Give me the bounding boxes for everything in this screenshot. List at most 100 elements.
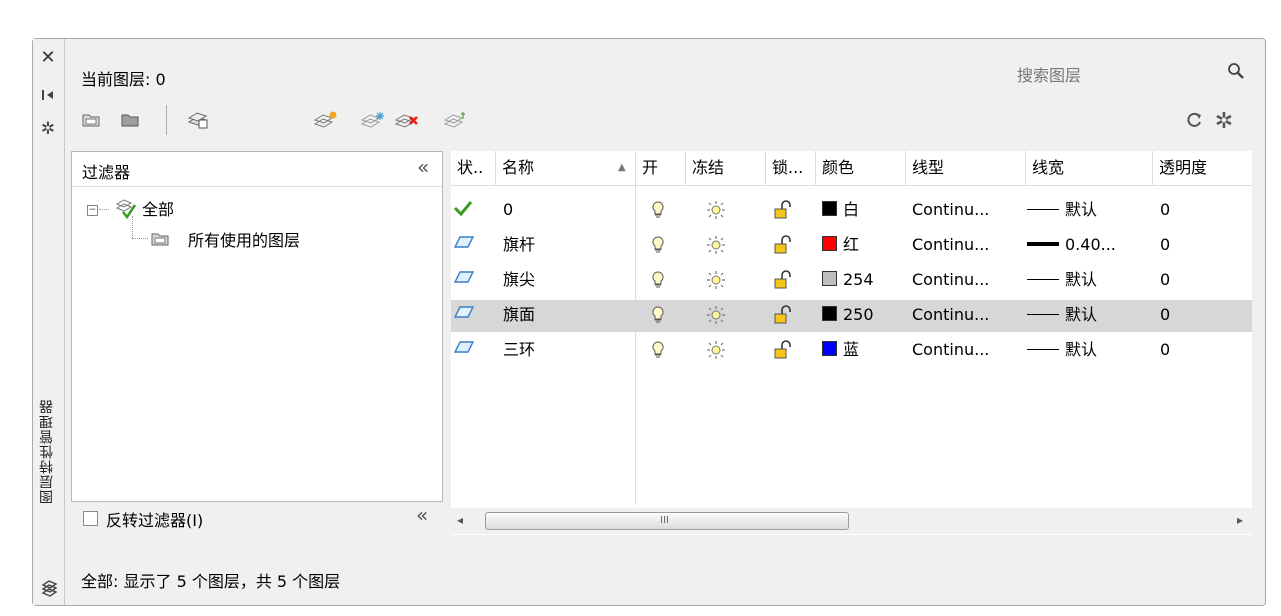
column-name-label: 名称	[502, 158, 535, 177]
unlocked-padlock-icon[interactable]	[773, 270, 793, 294]
new-property-filter-icon[interactable]	[81, 111, 101, 131]
layer-lineweight[interactable]: 默认	[1027, 267, 1097, 293]
column-lock[interactable]: 锁...	[766, 151, 816, 185]
properties-icon[interactable]: ✲	[38, 119, 58, 139]
layer-name[interactable]: 0	[503, 197, 513, 223]
layer-name[interactable]: 旗尖	[503, 267, 535, 293]
layer-transparency[interactable]: 0	[1160, 267, 1170, 293]
tree-collapse-toggle[interactable]: −	[87, 205, 98, 216]
color-label: 红	[843, 235, 860, 254]
column-status[interactable]: 状..	[451, 151, 496, 185]
lineweight-line	[1027, 209, 1059, 210]
column-lineweight[interactable]: 线宽	[1026, 151, 1153, 185]
layer-color[interactable]: 250	[822, 302, 874, 328]
color-label: 254	[843, 270, 874, 289]
layer-transparency[interactable]: 0	[1160, 232, 1170, 258]
close-icon[interactable]: ✕	[38, 47, 58, 68]
lineweight-line	[1027, 242, 1059, 246]
current-layer-label: 当前图层: 0	[81, 70, 166, 89]
layer-color[interactable]: 254	[822, 267, 874, 293]
layer-name[interactable]: 旗杆	[503, 232, 535, 258]
layer-transparency[interactable]: 0	[1160, 197, 1170, 223]
unlocked-padlock-icon[interactable]	[773, 200, 793, 224]
layer-color[interactable]: 红	[822, 232, 859, 258]
collapse-invert-button[interactable]: «	[416, 503, 428, 527]
layer-row[interactable]: 0 白 Continu... 默认 0	[451, 195, 1252, 227]
layer-lineweight[interactable]: 默认	[1027, 302, 1097, 328]
sun-thaw-icon[interactable]	[705, 340, 727, 364]
lightbulb-on-icon[interactable]	[652, 306, 664, 328]
scroll-left-icon[interactable]: ◂	[457, 513, 463, 527]
color-swatch	[822, 201, 837, 216]
color-label: 白	[843, 200, 860, 219]
layer-lineweight[interactable]: 默认	[1027, 197, 1097, 223]
toolbar-divider	[166, 105, 167, 135]
search-input[interactable]: 搜索图层	[1017, 62, 1081, 86]
layer-name[interactable]: 旗面	[503, 302, 535, 328]
column-linetype[interactable]: 线型	[906, 151, 1026, 185]
lineweight-line	[1027, 279, 1059, 280]
settings-icon[interactable]: ✲	[1211, 109, 1237, 134]
unlocked-padlock-icon[interactable]	[773, 235, 793, 259]
refresh-icon[interactable]	[1184, 110, 1206, 132]
column-freeze[interactable]: 冻结	[686, 151, 766, 185]
layers-icon	[37, 577, 61, 599]
lineweight-label: 默认	[1065, 340, 1098, 359]
layer-row[interactable]: 旗尖 254 Continu... 默认 0	[451, 265, 1252, 297]
lightbulb-on-icon[interactable]	[652, 201, 664, 223]
lineweight-label: 0.40...	[1065, 235, 1116, 254]
layer-lineweight[interactable]: 默认	[1027, 337, 1097, 363]
palette-title-bar: ✕ ✲ 图层特性管理器	[33, 39, 65, 605]
column-name[interactable]: 名称 ▲	[496, 151, 636, 185]
search-box[interactable]: 搜索图层	[1013, 58, 1251, 88]
layer-states-manager-icon[interactable]	[186, 110, 210, 132]
layer-transparency[interactable]: 0	[1160, 302, 1170, 328]
lightbulb-on-icon[interactable]	[652, 341, 664, 363]
sun-thaw-icon[interactable]	[705, 200, 727, 224]
scroll-right-icon[interactable]: ▸	[1237, 513, 1243, 527]
layer-row[interactable]: 三环 蓝 Continu... 默认 0	[451, 335, 1252, 367]
set-current-icon[interactable]	[443, 110, 467, 132]
lightbulb-on-icon[interactable]	[652, 236, 664, 258]
layer-row[interactable]: 旗面 250 Continu... 默认 0	[451, 300, 1252, 332]
new-layer-icon[interactable]	[313, 110, 339, 132]
delete-layer-icon[interactable]	[394, 110, 420, 132]
layer-linetype[interactable]: Continu...	[912, 232, 989, 258]
autohide-icon[interactable]	[38, 86, 58, 104]
layer-linetype[interactable]: Continu...	[912, 197, 989, 223]
layer-linetype[interactable]: Continu...	[912, 337, 989, 363]
layer-linetype[interactable]: Continu...	[912, 267, 989, 293]
unlocked-padlock-icon[interactable]	[773, 340, 793, 364]
filter-all-icon	[115, 199, 137, 223]
tree-connector	[99, 209, 109, 210]
layer-lineweight[interactable]: 0.40...	[1027, 232, 1116, 258]
search-icon[interactable]	[1227, 62, 1245, 84]
layer-table: 状.. 名称 ▲ 开 冻结 锁... 颜色 线型 线宽 透明度 0 白 Cont…	[451, 151, 1252, 535]
horizontal-scrollbar[interactable]: ◂ III ▸	[451, 508, 1252, 534]
color-swatch	[822, 306, 837, 321]
sun-thaw-icon[interactable]	[705, 235, 727, 259]
layer-name[interactable]: 三环	[503, 337, 535, 363]
palette-title: 图层特性管理器	[39, 399, 55, 504]
sun-thaw-icon[interactable]	[705, 305, 727, 329]
tree-item-all[interactable]: 全部	[142, 197, 174, 223]
scrollbar-thumb[interactable]: III	[485, 512, 849, 530]
filter-header: 过滤器 «	[72, 152, 442, 187]
column-on[interactable]: 开	[636, 151, 686, 185]
layer-transparency[interactable]: 0	[1160, 337, 1170, 363]
sun-thaw-icon[interactable]	[705, 270, 727, 294]
column-color[interactable]: 颜色	[816, 151, 906, 185]
lightbulb-on-icon[interactable]	[652, 271, 664, 293]
layer-color[interactable]: 蓝	[822, 337, 859, 363]
layer-row[interactable]: 旗杆 红 Continu... 0.40... 0	[451, 230, 1252, 262]
tree-item-used-layers[interactable]: 所有使用的图层	[188, 228, 300, 254]
new-group-filter-icon[interactable]	[120, 111, 140, 131]
unlocked-padlock-icon[interactable]	[773, 305, 793, 329]
invert-filter-checkbox[interactable]	[83, 511, 98, 526]
layer-color[interactable]: 白	[822, 197, 859, 223]
new-layer-vp-frozen-icon[interactable]	[360, 110, 386, 132]
scrollbar-grip: III	[660, 515, 669, 526]
collapse-filter-button[interactable]: «	[417, 155, 429, 179]
column-transparency[interactable]: 透明度	[1153, 151, 1252, 185]
layer-linetype[interactable]: Continu...	[912, 302, 989, 328]
